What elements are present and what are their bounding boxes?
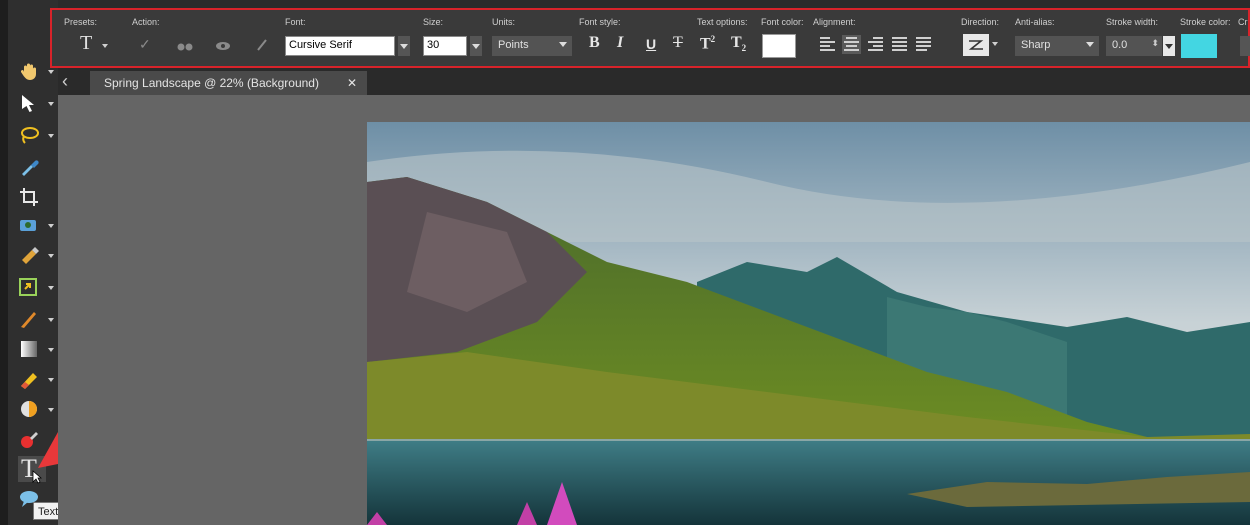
stroke-color-swatch[interactable] xyxy=(1181,34,1217,58)
binoculars-icon[interactable] xyxy=(177,40,193,52)
stroke-width-spinner-icon[interactable]: ⬍ xyxy=(1151,38,1159,49)
red-eye-icon[interactable] xyxy=(18,214,40,236)
bold-button[interactable]: B xyxy=(589,34,600,52)
anti-alias-select[interactable]: Sharp xyxy=(1015,36,1099,56)
eyedropper-icon[interactable] xyxy=(18,156,40,178)
left-edge-strip xyxy=(0,0,8,525)
units-select[interactable]: Points xyxy=(492,36,572,56)
align-right-icon[interactable] xyxy=(868,37,883,52)
justify-icon[interactable] xyxy=(892,37,907,52)
font-style-label: Font style: xyxy=(579,17,621,27)
superscript-button[interactable]: T2 xyxy=(700,34,715,53)
font-label: Font: xyxy=(285,17,306,27)
stroke-width-dropdown[interactable] xyxy=(1163,36,1175,56)
red-eye-dropdown[interactable] xyxy=(48,224,54,228)
paint-brush-icon[interactable] xyxy=(18,308,40,330)
stroke-color-label: Stroke color: xyxy=(1180,17,1231,27)
anti-alias-value: Sharp xyxy=(1021,39,1051,51)
presets-dropdown[interactable] xyxy=(102,44,108,48)
font-color-swatch[interactable] xyxy=(762,34,796,58)
pick-tool-dropdown[interactable] xyxy=(48,102,54,106)
units-label: Units: xyxy=(492,17,516,27)
align-left-icon[interactable] xyxy=(820,37,835,52)
scratch-remover-dropdown[interactable] xyxy=(48,286,54,290)
scratch-remover-icon[interactable] xyxy=(18,276,40,298)
presets-icon[interactable]: T xyxy=(80,32,92,55)
apply-icon[interactable]: ✓ xyxy=(139,36,151,53)
clone-brush-dropdown[interactable] xyxy=(48,254,54,258)
eraser-icon[interactable] xyxy=(18,368,40,390)
document-tab[interactable]: Spring Landscape @ 22% (Background) ✕ xyxy=(90,71,367,95)
underline-button[interactable]: U xyxy=(646,36,656,52)
subscript-button[interactable]: T2 xyxy=(731,34,746,53)
stroke-width-value: 0.0 xyxy=(1112,39,1128,51)
direction-label: Direction: xyxy=(961,17,1000,27)
clone-brush-icon[interactable] xyxy=(18,244,40,266)
text-direction-icon xyxy=(968,40,984,50)
preview-eye-icon[interactable] xyxy=(215,40,231,52)
cancel-icon[interactable] xyxy=(256,38,268,52)
presets-label: Presets: xyxy=(64,17,98,27)
action-label: Action: xyxy=(132,17,160,27)
eraser-dropdown[interactable] xyxy=(48,378,54,382)
strikethrough-button[interactable]: T xyxy=(673,34,683,52)
close-tab-icon[interactable]: ✕ xyxy=(347,71,357,95)
lasso-selection-icon[interactable] xyxy=(18,124,40,146)
units-value: Points xyxy=(498,39,529,51)
trailing-control[interactable] xyxy=(1240,36,1250,56)
italic-button[interactable]: I xyxy=(617,34,623,52)
pan-tool-dropdown[interactable] xyxy=(48,70,54,74)
trailing-label: Cr xyxy=(1238,17,1248,27)
pan-tool-icon[interactable] xyxy=(18,60,40,82)
paint-brush-dropdown[interactable] xyxy=(48,318,54,322)
text-tool-options-bar: Presets: Action: Font: Size: Units: Font… xyxy=(50,8,1250,68)
direction-dropdown[interactable] xyxy=(992,42,998,46)
font-size-dropdown[interactable] xyxy=(470,36,482,56)
font-size-field[interactable]: 30 xyxy=(423,36,467,56)
crop-icon[interactable] xyxy=(18,186,40,208)
text-options-label: Text options: xyxy=(697,17,748,27)
alignment-label: Alignment: xyxy=(813,17,856,27)
font-name-dropdown[interactable] xyxy=(398,36,410,56)
tab-scroll-left-button[interactable]: ‹ xyxy=(62,71,68,91)
anti-alias-label: Anti-alias: xyxy=(1015,17,1055,27)
mouse-cursor-icon xyxy=(32,470,42,484)
pick-tool-icon[interactable] xyxy=(18,92,40,114)
document-tab-title: Spring Landscape @ 22% (Background) xyxy=(104,76,319,90)
landscape-photo[interactable] xyxy=(367,122,1250,525)
lasso-dropdown[interactable] xyxy=(48,134,54,138)
stroke-width-label: Stroke width: xyxy=(1106,17,1159,27)
stroke-width-field[interactable]: 0.0 ⬍ xyxy=(1106,36,1162,56)
justify-all-icon[interactable] xyxy=(916,37,931,52)
direction-button[interactable] xyxy=(963,34,989,56)
size-label: Size: xyxy=(423,17,444,27)
font-color-label: Font color: xyxy=(761,17,804,27)
font-name-field[interactable]: Cursive Serif xyxy=(285,36,395,56)
gradient-fill-icon[interactable] xyxy=(18,338,40,360)
gradient-fill-dropdown[interactable] xyxy=(48,348,54,352)
align-center-icon[interactable] xyxy=(842,35,861,54)
